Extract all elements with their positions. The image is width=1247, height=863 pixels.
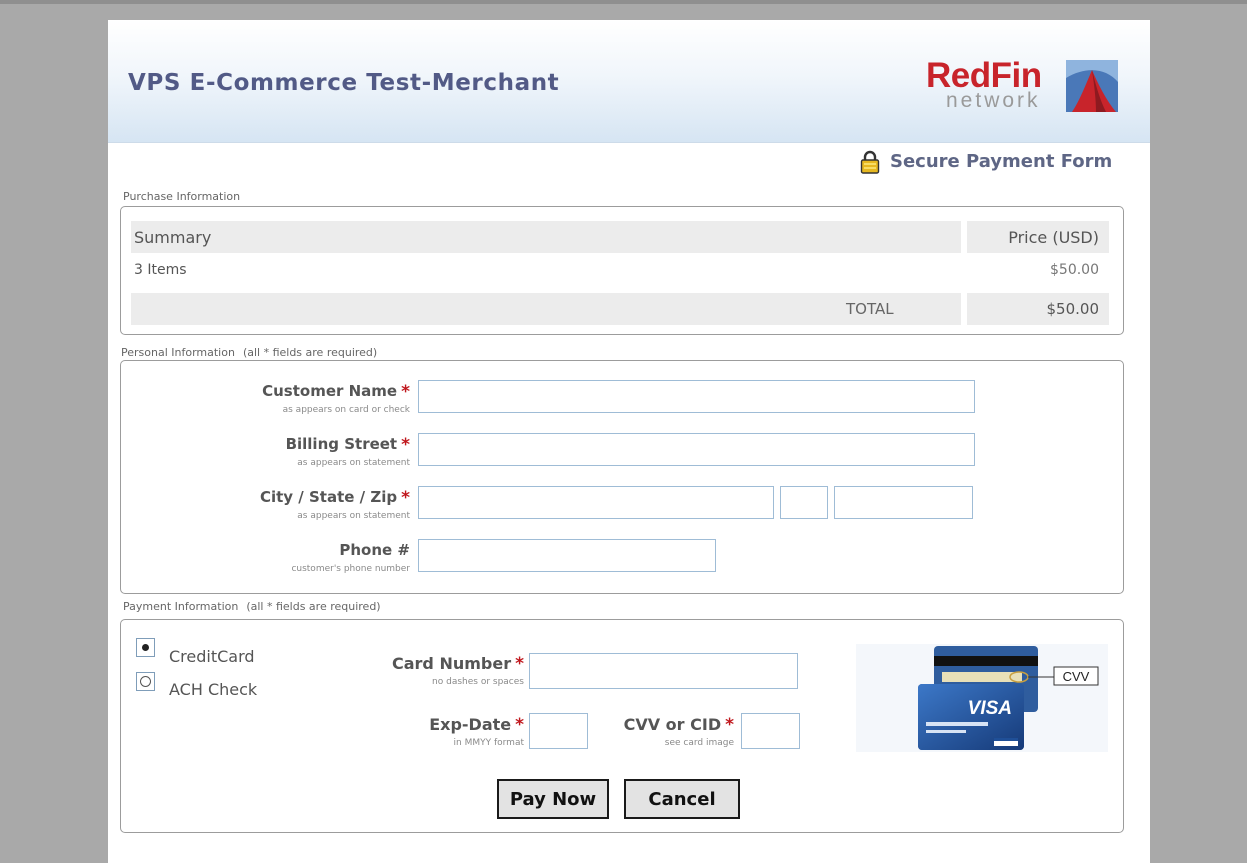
required-marker: *	[401, 488, 410, 508]
total-value: $50.00	[1046, 300, 1100, 318]
required-marker: *	[725, 715, 734, 735]
window-top-edge	[0, 0, 1247, 4]
page-header: VPS E-Commerce Test-Merchant RedFin netw…	[108, 20, 1150, 143]
credit-card-icon: CVV VISA	[918, 646, 1099, 750]
customer-name-input[interactable]	[418, 380, 975, 413]
cvv-input[interactable]	[741, 713, 800, 749]
lock-icon	[860, 150, 880, 174]
billing-street-label: Billing Street *	[285, 435, 410, 455]
purchase-header-row: Summary Price (USD)	[131, 221, 1111, 253]
summary-header: Summary	[134, 228, 212, 247]
ach-check-label[interactable]: ACH Check	[169, 680, 257, 699]
card-cvv-image: CVV VISA	[856, 644, 1108, 752]
item-description: 3 Items	[134, 262, 187, 278]
personal-legend: Personal Information (all * fields are re…	[121, 346, 377, 359]
card-number-label: Card Number *	[392, 654, 524, 674]
customer-name-hint: as appears on card or check	[282, 405, 410, 415]
city-input[interactable]	[418, 486, 774, 519]
creditcard-label[interactable]: CreditCard	[169, 647, 255, 666]
required-marker: *	[401, 435, 410, 455]
required-marker: *	[401, 382, 410, 402]
logo-subtitle: network	[946, 89, 1041, 112]
visa-brand: VISA	[968, 698, 1012, 719]
card-number-input[interactable]	[529, 653, 798, 689]
merchant-title: VPS E-Commerce Test-Merchant	[128, 70, 560, 96]
city-state-zip-label: City / State / Zip *	[259, 488, 410, 508]
pay-now-button[interactable]: Pay Now	[497, 779, 609, 819]
zip-input[interactable]	[834, 486, 973, 519]
customer-name-label: Customer Name *	[262, 382, 410, 402]
total-row: TOTAL $50.00	[131, 293, 1111, 325]
redfin-logo: RedFin network	[926, 56, 1126, 118]
cvv-hint: see card image	[664, 738, 734, 748]
ach-check-radio[interactable]	[136, 672, 155, 691]
personal-legend-title: Personal Information	[121, 346, 235, 359]
payment-legend-title: Payment Information	[123, 600, 239, 613]
price-header: Price (USD)	[1008, 228, 1099, 247]
city-state-zip-hint: as appears on statement	[297, 511, 410, 521]
required-marker: *	[515, 715, 524, 735]
exp-date-input[interactable]	[529, 713, 588, 749]
phone-input[interactable]	[418, 539, 716, 572]
fin-icon	[1066, 60, 1118, 112]
table-row: 3 Items $50.00	[131, 255, 1111, 287]
cvv-callout: CVV	[1063, 669, 1090, 684]
phone-hint: customer's phone number	[291, 564, 410, 574]
payment-page: VPS E-Commerce Test-Merchant RedFin netw…	[108, 20, 1150, 863]
payment-legend: Payment Information (all * fields are req…	[123, 600, 381, 613]
billing-street-input[interactable]	[418, 433, 975, 466]
card-number-hint: no dashes or spaces	[432, 677, 524, 687]
cvv-label: CVV or CID *	[623, 715, 734, 735]
personal-required-note: (all * fields are required)	[242, 346, 378, 359]
creditcard-radio[interactable]	[136, 638, 155, 657]
total-label: TOTAL	[846, 300, 894, 318]
payment-required-note: (all * fields are required)	[246, 600, 381, 613]
exp-date-label: Exp-Date *	[429, 715, 524, 735]
secure-payment-text: Secure Payment Form	[890, 151, 1113, 172]
state-input[interactable]	[780, 486, 828, 519]
exp-date-hint: in MMYY format	[453, 738, 524, 748]
item-price: $50.00	[1050, 262, 1099, 278]
cancel-button[interactable]: Cancel	[624, 779, 740, 819]
purchase-legend: Purchase Information	[123, 190, 241, 203]
required-marker: *	[515, 654, 524, 674]
purchase-box: Summary Price (USD) 3 Items $50.00 TOTAL…	[120, 206, 1124, 335]
phone-label: Phone #	[339, 541, 410, 559]
billing-street-hint: as appears on statement	[297, 458, 410, 468]
